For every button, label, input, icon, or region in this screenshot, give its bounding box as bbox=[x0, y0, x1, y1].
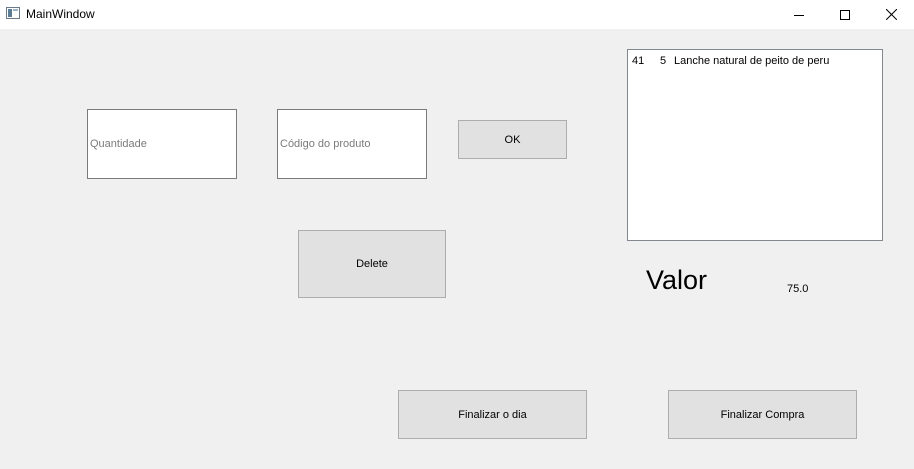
quantity-input[interactable] bbox=[87, 109, 237, 179]
close-button[interactable] bbox=[868, 0, 914, 29]
maximize-button[interactable] bbox=[822, 0, 868, 29]
item-code: 5 bbox=[660, 55, 667, 67]
cart-list[interactable]: 41 5 Lanche natural de peito de peru bbox=[627, 49, 883, 241]
app-window-icon bbox=[6, 7, 20, 19]
window-title: MainWindow bbox=[26, 7, 95, 21]
list-item[interactable]: 41 5 Lanche natural de peito de peru bbox=[628, 50, 882, 69]
item-name: Lanche natural de peito de peru bbox=[674, 55, 830, 67]
finish-purchase-button[interactable]: Finalizar Compra bbox=[668, 390, 857, 439]
minimize-button[interactable] bbox=[776, 0, 822, 29]
product-code-input[interactable] bbox=[277, 109, 427, 179]
close-icon bbox=[885, 9, 897, 20]
finish-day-button[interactable]: Finalizar o dia bbox=[398, 390, 587, 439]
total-label: Valor bbox=[646, 265, 708, 295]
total-value: 75.0 bbox=[787, 283, 809, 295]
delete-button[interactable]: Delete bbox=[298, 230, 446, 298]
maximize-icon bbox=[840, 9, 850, 20]
minimize-icon bbox=[794, 14, 804, 16]
title-bar: MainWindow bbox=[0, 0, 914, 29]
item-quantity: 41 bbox=[632, 55, 645, 67]
ok-button[interactable]: OK bbox=[458, 120, 567, 159]
